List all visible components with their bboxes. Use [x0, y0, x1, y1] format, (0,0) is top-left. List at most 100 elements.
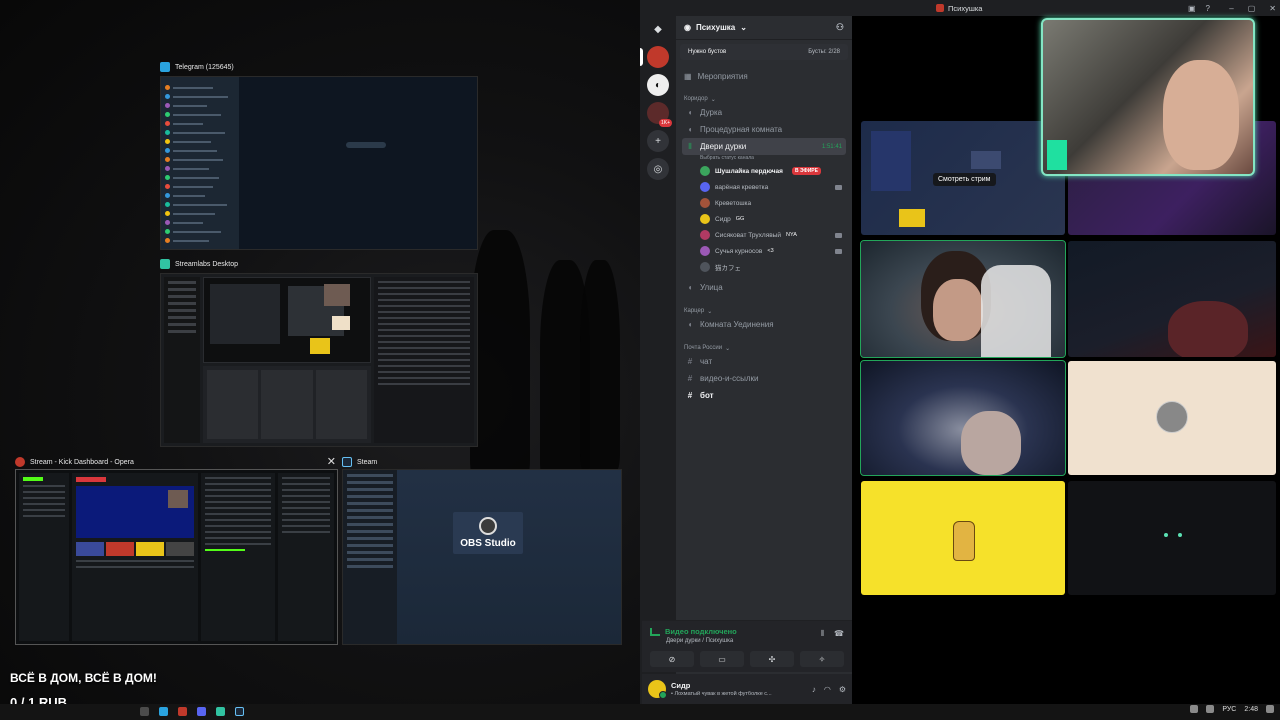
maximize-button[interactable]: ▢: [1248, 4, 1256, 13]
invite-icon[interactable]: ⚇: [836, 22, 844, 33]
app-icon[interactable]: [140, 707, 149, 716]
voice-channel-uedinenie[interactable]: ◖ Комната Уединения: [682, 316, 846, 333]
server-icon[interactable]: [640, 46, 669, 68]
app-icon[interactable]: [159, 707, 168, 716]
window-thumb-kick[interactable]: Stream - Kick Dashboard - Opera ✕: [15, 455, 338, 645]
camera-icon: [835, 248, 842, 254]
noise-suppression-icon[interactable]: ⦀: [821, 629, 825, 639]
video-tile[interactable]: [860, 240, 1066, 358]
voice-channel-path[interactable]: Двери дурки / Психушка: [666, 638, 733, 644]
disconnect-icon[interactable]: ☎: [834, 629, 844, 639]
minimize-button[interactable]: –: [1229, 4, 1233, 13]
app-icon[interactable]: [216, 707, 225, 716]
voice-member[interactable]: Сучья курносов <3: [682, 243, 846, 259]
category-pochta[interactable]: Почта России ⌄: [682, 343, 846, 353]
voice-channel-ulitsa[interactable]: ◖ Улица: [682, 279, 846, 296]
taskbar: РУС 2:48: [0, 704, 1280, 720]
avatar-tile[interactable]: [1068, 361, 1276, 475]
window-thumb-telegram[interactable]: Telegram (125645): [160, 60, 478, 250]
category-koridor[interactable]: Коридор ⌄: [682, 94, 846, 104]
inbox-icon[interactable]: ▣: [1188, 4, 1196, 13]
boost-bar[interactable]: Нужно бустов Бусты: 2/28: [680, 44, 848, 60]
avatar-tile[interactable]: [1068, 481, 1276, 595]
server-name: Психушка: [695, 23, 736, 32]
microphone-icon[interactable]: ♪: [812, 685, 816, 694]
app-icon[interactable]: [235, 707, 244, 716]
activities-icon: ✣: [768, 654, 776, 664]
chevron-down-icon: ⌄: [740, 23, 747, 32]
avatar-tile[interactable]: [861, 481, 1065, 595]
notifications-icon[interactable]: [1266, 705, 1274, 713]
thumb-title: Streamlabs Desktop: [175, 260, 239, 268]
streamlabs-preview: [160, 273, 478, 447]
settings-icon[interactable]: ⚙: [839, 685, 846, 694]
text-channel-video[interactable]: # видео-и-ссылки: [682, 370, 846, 387]
camera-toggle-button[interactable]: ⊘: [650, 651, 694, 667]
server-header[interactable]: ◉ Психушка ⌄ ⚇: [676, 16, 852, 40]
volume-icon[interactable]: [1190, 705, 1199, 713]
voice-member[interactable]: Сисяковат Трухлявый NYA: [682, 227, 846, 243]
close-button[interactable]: ✕: [1269, 4, 1276, 13]
featured-app-banner: OBS Studio: [453, 512, 523, 554]
voice-status: Видео подключено: [665, 627, 737, 636]
text-channel-chat[interactable]: # чат: [682, 353, 846, 370]
voice-channel-durka[interactable]: ◖ Дурка: [682, 104, 846, 121]
help-icon[interactable]: ?: [1206, 4, 1210, 13]
audio-mixer: [203, 366, 371, 443]
featured-app-name: OBS Studio: [460, 538, 516, 549]
app-icon[interactable]: [197, 707, 206, 716]
discover-icon[interactable]: ◎: [647, 158, 669, 180]
window-thumb-streamlabs[interactable]: Streamlabs Desktop: [160, 257, 478, 447]
video-tile[interactable]: [860, 360, 1066, 476]
events-item[interactable]: ▦ Мероприятия: [682, 68, 846, 84]
category-kartser[interactable]: Карцер ⌄: [682, 306, 846, 316]
chat-pane: [239, 77, 477, 249]
server-icon[interactable]: ◐: [647, 74, 669, 96]
text-channel-bot[interactable]: # бот: [682, 387, 846, 404]
call-timer: 1:51:41: [821, 143, 842, 150]
app-icon: [936, 4, 944, 12]
clock[interactable]: 2:48: [1244, 706, 1258, 713]
participant-figure: [1168, 301, 1248, 357]
server-icon[interactable]: 1K+: [647, 102, 672, 127]
stream-tile[interactable]: Смотреть стрим: [861, 121, 1065, 235]
server-icon-small: ◉: [684, 23, 691, 32]
voice-member[interactable]: 猫カフェ: [682, 259, 846, 275]
pip-video-tile[interactable]: [1041, 18, 1255, 176]
voice-channel-dveri-durki[interactable]: ⦀ Двери дурки 1:51:41: [682, 138, 846, 155]
thumb-title: Stream - Kick Dashboard - Opera: [30, 458, 134, 466]
screen: Telegram (125645) Streamlabs Desktop Str…: [0, 0, 1280, 720]
watch-stream-button[interactable]: Смотреть стрим: [933, 173, 996, 186]
window-thumb-steam[interactable]: Steam OBS Studio: [342, 455, 622, 645]
live-badge: В ЭФИРЕ: [791, 167, 821, 175]
close-window-button[interactable]: ✕: [327, 455, 336, 468]
window-titlebar: Психушка ▣? – ▢ ✕: [852, 0, 1280, 16]
discord-home-icon[interactable]: ◆: [647, 18, 669, 40]
screen-share-button[interactable]: ▭: [700, 651, 744, 667]
language-indicator[interactable]: РУС: [1222, 706, 1236, 713]
network-icon[interactable]: [1206, 705, 1215, 713]
voice-member[interactable]: Шушлайка пердючая В ЭФИРЕ: [682, 163, 846, 179]
chevron-down-icon: ⌄: [707, 308, 713, 315]
add-server-icon[interactable]: +: [647, 130, 669, 152]
voice-member[interactable]: Креветошка: [682, 195, 846, 211]
voice-channel-procedurnaya[interactable]: ◖ Процедурная комната: [682, 121, 846, 138]
channel-status-hint[interactable]: Выбрать статус канала: [682, 155, 846, 163]
soundboard-button[interactable]: ✧: [800, 651, 844, 667]
participant-face: [961, 411, 1021, 475]
member-tag: GG: [735, 216, 745, 222]
steam-preview: OBS Studio: [342, 469, 622, 645]
system-tray: РУС 2:48: [1190, 705, 1274, 713]
app-icon[interactable]: [178, 707, 187, 716]
chair: [981, 265, 1051, 357]
video-tile[interactable]: [1068, 241, 1276, 357]
activities-button[interactable]: ✣: [750, 651, 794, 667]
cat-eyes-avatar: [1164, 533, 1182, 539]
avatar: [700, 198, 710, 208]
voice-member[interactable]: варёная креветка: [682, 179, 846, 195]
voice-member[interactable]: Сидр GG: [682, 211, 846, 227]
user-avatar[interactable]: [648, 680, 667, 699]
obs-logo-icon: [479, 517, 497, 535]
boost-label: Нужно бустов: [688, 49, 727, 55]
headphones-icon[interactable]: ◠: [824, 685, 831, 694]
